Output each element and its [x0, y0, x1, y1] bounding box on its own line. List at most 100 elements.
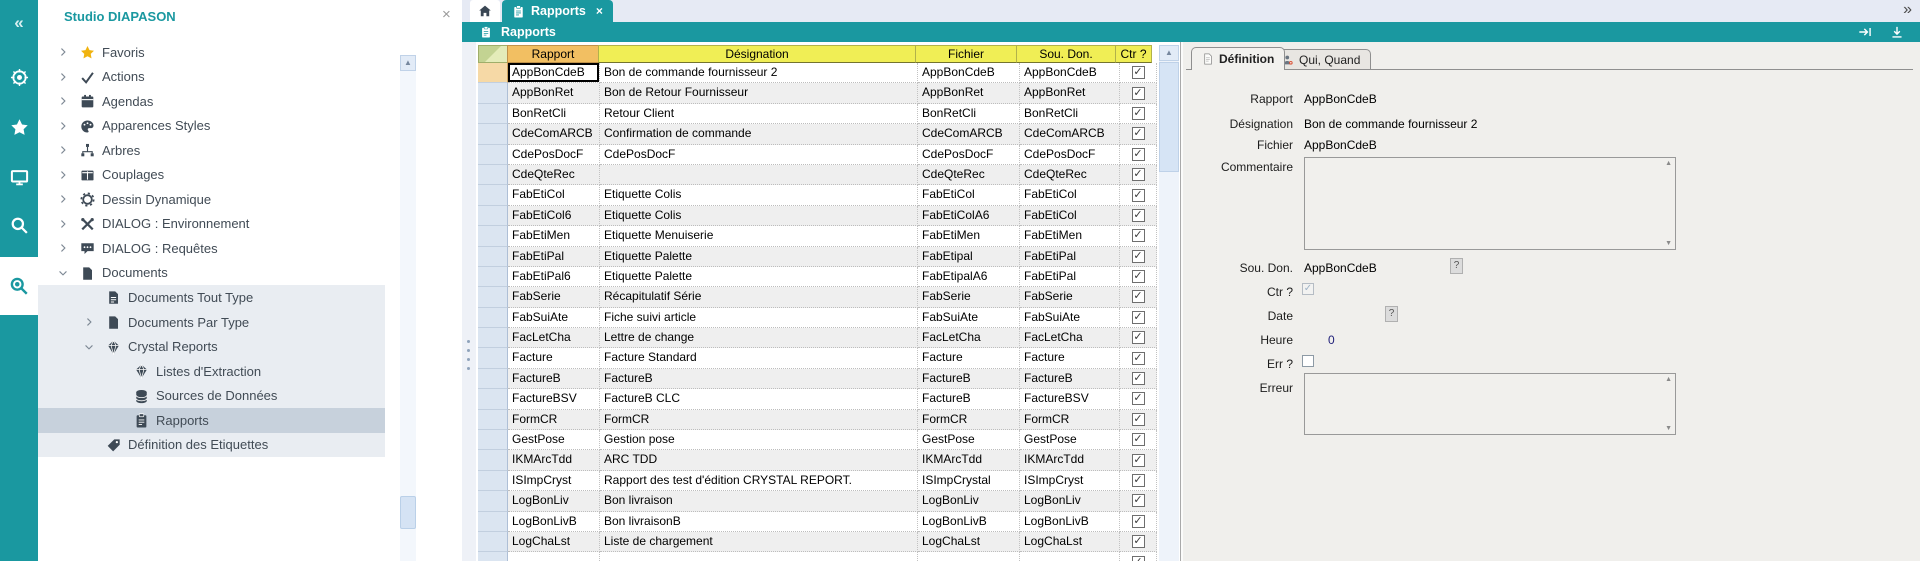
cell-soudon[interactable]: FacLetCha [1020, 328, 1120, 348]
cell-designation[interactable]: Etiquette Colis [600, 206, 918, 226]
tab-overflow-chevrons[interactable]: » [1903, 1, 1912, 19]
cell-soudon[interactable]: FabEtiMen [1020, 226, 1120, 246]
column-header-soudon[interactable]: Sou. Don. [1016, 45, 1116, 63]
checkbox[interactable]: ✓ [1132, 148, 1145, 161]
tab-qui-quand[interactable]: Qui, Quand [1271, 49, 1371, 69]
cell-designation[interactable] [600, 165, 918, 185]
row-selector-cell[interactable] [478, 471, 508, 491]
scroll-up-icon[interactable]: ▲ [1159, 45, 1179, 61]
row-selector-cell[interactable] [478, 512, 508, 532]
cell-ctr[interactable]: ✓ [1120, 471, 1157, 491]
table-row[interactable]: CdePosDocFCdePosDocFCdePosDocFCdePosDocF… [478, 145, 1158, 165]
cell-ctr[interactable]: ✓ [1120, 389, 1157, 409]
cell-soudon[interactable]: FormCR [1020, 410, 1120, 430]
screens-monitor-icon[interactable] [0, 160, 38, 194]
cell-designation[interactable]: Fiche suivi article [600, 308, 918, 328]
table-row[interactable]: IKMArcTddARC TDDIKMArcTddIKMArcTdd✓ [478, 450, 1158, 470]
table-row[interactable]: FactureBSVFactureB CLCFactureBFactureBSV… [478, 389, 1158, 409]
checkbox[interactable]: ✓ [1132, 454, 1145, 467]
table-row[interactable]: GestPoseGestion poseGestPoseGestPose✓ [478, 430, 1158, 450]
column-header-ctr[interactable]: Ctr ? [1115, 45, 1152, 63]
row-selector-cell[interactable] [478, 165, 508, 185]
cell-soudon[interactable]: FabEtiCol [1020, 206, 1120, 226]
table-row[interactable]: FactureBFactureBFactureBFactureB✓ [478, 369, 1158, 389]
cell-ctr[interactable]: ✓ [1120, 124, 1157, 144]
checkbox[interactable]: ✓ [1132, 209, 1145, 222]
chevron-down-icon[interactable] [84, 342, 94, 352]
column-header-fichier[interactable]: Fichier [915, 45, 1017, 63]
tab-home[interactable] [470, 0, 500, 22]
row-selector-cell[interactable] [478, 226, 508, 246]
cell-fichier[interactable]: AppBonRet [918, 83, 1020, 103]
favorites-star-icon[interactable] [0, 110, 38, 144]
cell-ctr[interactable]: ✓ [1120, 328, 1157, 348]
tab-advance-icon[interactable] [1856, 23, 1874, 41]
checkbox[interactable]: ✓ [1132, 494, 1145, 507]
table-row[interactable]: FabEtiCol6Etiquette ColisFabEtiColA6FabE… [478, 206, 1158, 226]
cell-fichier[interactable]: FabEtiCol [918, 185, 1020, 205]
tree-item-agendas[interactable]: Agendas [38, 89, 385, 114]
row-selector-cell[interactable] [478, 348, 508, 368]
row-selector-cell[interactable] [478, 104, 508, 124]
cell-soudon[interactable]: LogChaLst [1020, 532, 1120, 552]
tree-item-rapports[interactable]: Rapports [38, 408, 385, 433]
checkbox[interactable]: ✓ [1132, 127, 1145, 140]
row-selector-cell[interactable] [478, 206, 508, 226]
cell-fichier[interactable]: FabEtiMen [918, 226, 1020, 246]
cell-designation[interactable]: Confirmation de commande [600, 124, 918, 144]
cell-ctr[interactable]: ✓ [1120, 267, 1157, 287]
table-row[interactable]: FabEtiPal6Etiquette PaletteFabEtipalA6Fa… [478, 267, 1158, 287]
chevron-right-icon[interactable] [84, 317, 94, 327]
table-row[interactable]: LogBonLivBBon livraisonBLogBonLivBLogBon… [478, 512, 1158, 532]
tree-item-couplages[interactable]: Couplages [38, 163, 385, 188]
tab-rapports[interactable]: Rapports × [502, 0, 613, 22]
sou-don-helper-button[interactable]: ? [1450, 258, 1463, 274]
chevron-right-icon[interactable] [58, 170, 68, 180]
scroll-up-icon[interactable]: ▲ [400, 55, 416, 71]
tab-close-icon[interactable]: × [596, 4, 603, 18]
cell-soudon[interactable]: FabSerie [1020, 287, 1120, 307]
cell-rapport[interactable]: FabEtiCol6 [508, 206, 600, 226]
cell-fichier[interactable]: FabEtipal [918, 247, 1020, 267]
table-row[interactable]: ✓ [478, 552, 1158, 561]
row-selector-cell[interactable] [478, 552, 508, 561]
sidebar-close-button[interactable]: × [442, 7, 451, 22]
checkbox[interactable]: ✓ [1132, 250, 1145, 263]
cell-fichier[interactable]: FactureB [918, 369, 1020, 389]
row-selector-cell[interactable] [478, 308, 508, 328]
checkbox[interactable]: ✓ [1132, 290, 1145, 303]
cell-soudon[interactable]: FabEtiCol [1020, 185, 1120, 205]
cell-soudon[interactable]: FabSuiAte [1020, 308, 1120, 328]
tree-item-apparences-styles[interactable]: Apparences Styles [38, 114, 385, 139]
checkbox[interactable]: ✓ [1132, 311, 1145, 324]
checkbox[interactable]: ✓ [1132, 372, 1145, 385]
cell-ctr[interactable]: ✓ [1120, 491, 1157, 511]
cell-rapport[interactable]: FormCR [508, 410, 600, 430]
chevron-down-icon[interactable] [58, 268, 68, 278]
checkbox[interactable]: ✓ [1132, 270, 1145, 283]
cell-designation[interactable]: Facture Standard [600, 348, 918, 368]
tree-item-listes-d-extraction[interactable]: Listes d'Extraction [38, 359, 385, 384]
checkbox[interactable]: ✓ [1132, 433, 1145, 446]
row-selector-cell[interactable] [478, 410, 508, 430]
cell-ctr[interactable]: ✓ [1120, 308, 1157, 328]
cell-rapport[interactable]: FabSuiAte [508, 308, 600, 328]
cell-soudon[interactable]: AppBonCdeB [1020, 63, 1120, 83]
export-download-icon[interactable] [1888, 23, 1906, 41]
cell-rapport[interactable]: LogChaLst [508, 532, 600, 552]
cell-fichier[interactable]: LogBonLiv [918, 491, 1020, 511]
cell-rapport[interactable]: FabEtiCol [508, 185, 600, 205]
select-all-corner[interactable] [478, 45, 508, 63]
table-row[interactable]: FormCRFormCRFormCRFormCR✓ [478, 410, 1158, 430]
tab-definition[interactable]: Définition [1191, 47, 1285, 70]
cell-fichier[interactable]: ISImpCrystal [918, 471, 1020, 491]
cell-designation[interactable]: Liste de chargement [600, 532, 918, 552]
row-selector-cell[interactable] [478, 267, 508, 287]
cell-fichier[interactable]: FabSuiAte [918, 308, 1020, 328]
row-selector-cell[interactable] [478, 247, 508, 267]
checkbox[interactable]: ✓ [1132, 189, 1145, 202]
cell-soudon[interactable]: IKMArcTdd [1020, 450, 1120, 470]
checkbox[interactable]: ✓ [1132, 331, 1145, 344]
cell-designation[interactable]: FactureB [600, 369, 918, 389]
cell-rapport[interactable]: FabEtiMen [508, 226, 600, 246]
